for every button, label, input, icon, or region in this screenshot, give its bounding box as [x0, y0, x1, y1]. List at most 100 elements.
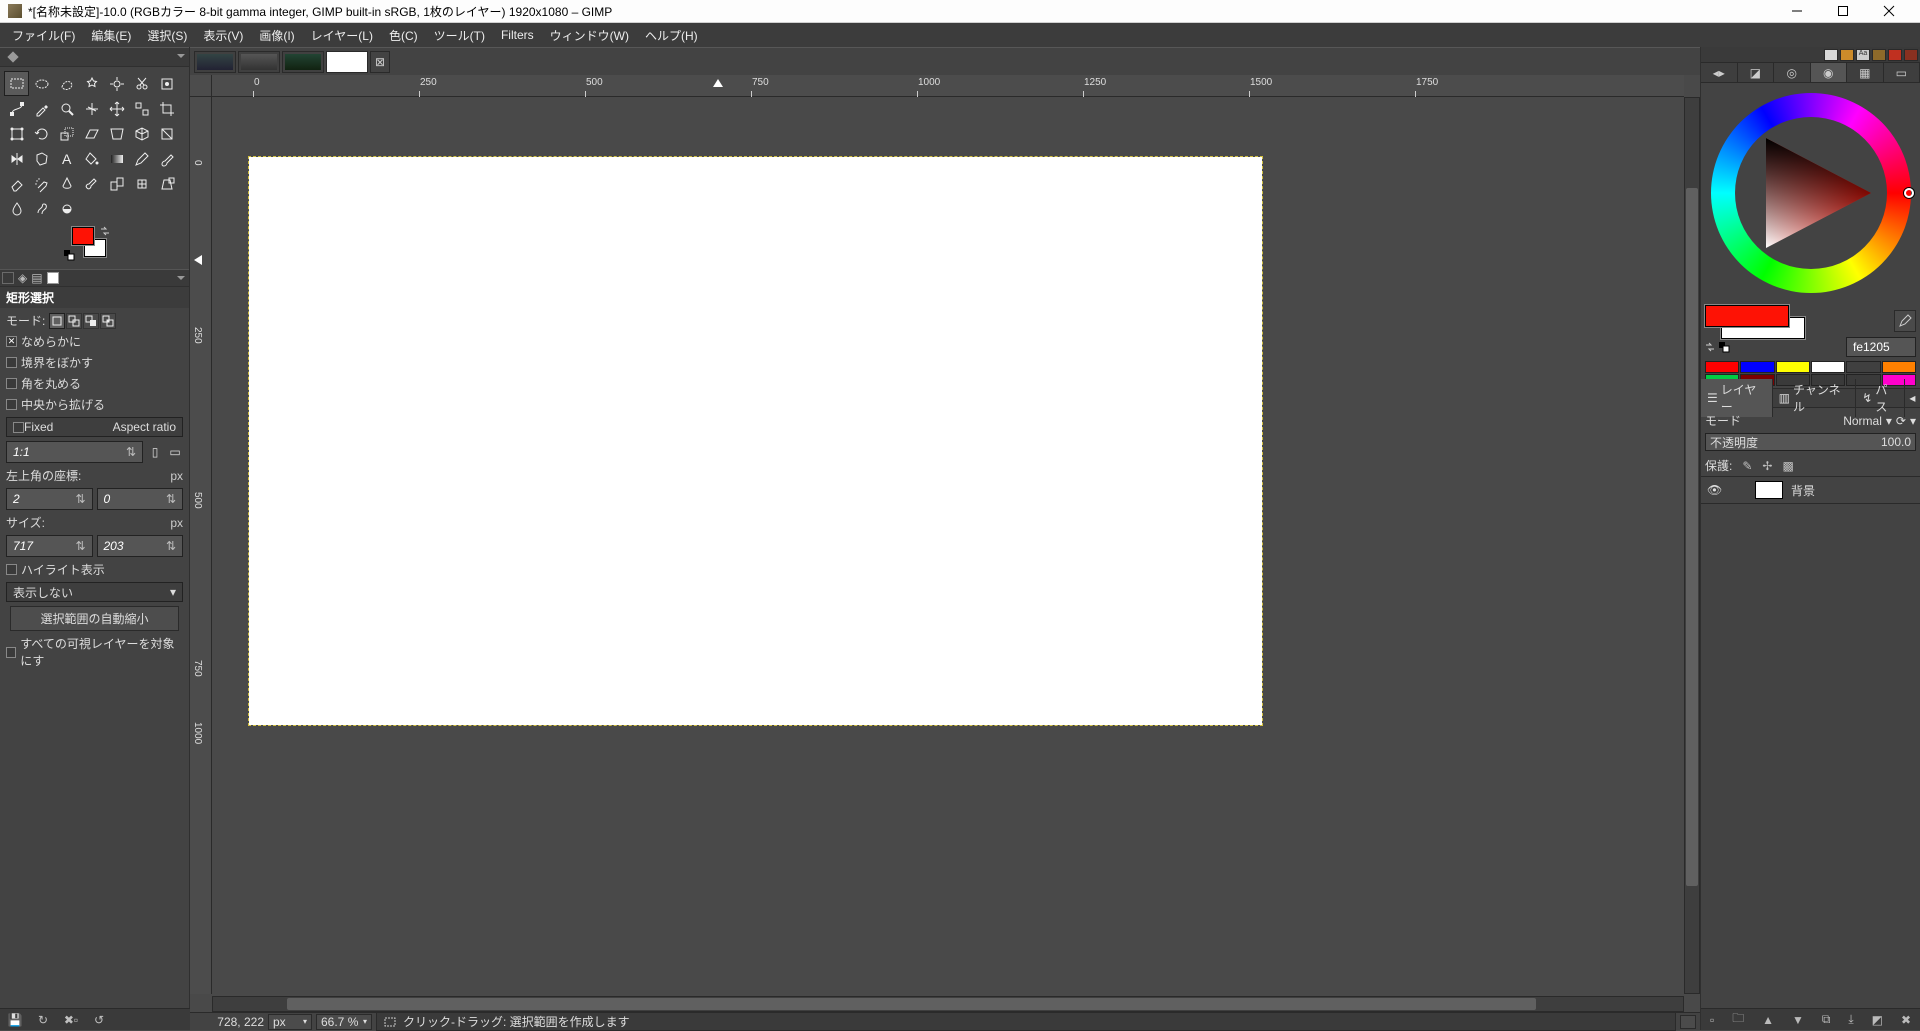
- menu-colors[interactable]: 色(C): [381, 24, 426, 47]
- blend-mode-value[interactable]: Normal: [1843, 414, 1882, 428]
- cage-tool[interactable]: [29, 146, 54, 171]
- canvas-viewport[interactable]: [212, 97, 1684, 994]
- palette-swatch[interactable]: [1776, 361, 1810, 373]
- rtab-4[interactable]: [1872, 49, 1886, 61]
- perspective-tool[interactable]: [104, 121, 129, 146]
- fuzzy-select-tool[interactable]: [79, 71, 104, 96]
- chevron-down-icon[interactable]: ▾: [1886, 414, 1892, 428]
- dock-config-icon[interactable]: ◂: [1905, 391, 1920, 405]
- image-tab-4-active[interactable]: [326, 51, 368, 73]
- scrollbar-horizontal[interactable]: [212, 996, 1684, 1012]
- reset-options-icon[interactable]: ↺: [92, 1013, 106, 1027]
- sliders-icon[interactable]: ◂▸: [1701, 63, 1738, 82]
- color-picker-tool[interactable]: [29, 96, 54, 121]
- text-tool[interactable]: A: [54, 146, 79, 171]
- rtab-5[interactable]: [1888, 49, 1902, 61]
- autoshrink-button[interactable]: 選択範囲の自動縮小: [10, 606, 179, 631]
- wheel-icon[interactable]: ◉: [1811, 63, 1848, 82]
- transform-3d-tool[interactable]: [129, 121, 154, 146]
- unit-select[interactable]: px▾: [268, 1014, 312, 1030]
- foreground-select-tool[interactable]: [154, 71, 179, 96]
- palette-swatch[interactable]: [1705, 361, 1739, 373]
- tool-options-header[interactable]: ◈ ▤: [0, 269, 189, 287]
- image-tab-1[interactable]: [194, 51, 236, 73]
- ruler-corner[interactable]: [190, 75, 212, 97]
- feather-checkbox[interactable]: [6, 357, 17, 368]
- measure-tool[interactable]: [79, 96, 104, 121]
- pencil-tool[interactable]: [129, 146, 154, 171]
- chevron-down-icon[interactable]: ▾: [1910, 414, 1916, 428]
- bucket-fill-tool[interactable]: [79, 146, 104, 171]
- maximize-button[interactable]: [1820, 0, 1866, 23]
- palette-icon[interactable]: ▦: [1847, 63, 1884, 82]
- by-color-select-tool[interactable]: [104, 71, 129, 96]
- expand-checkbox[interactable]: [6, 399, 17, 410]
- rect-select-tool[interactable]: [4, 71, 29, 96]
- hue-marker-icon[interactable]: [1904, 188, 1914, 198]
- lock-position-icon[interactable]: ✢: [1762, 459, 1772, 473]
- eraser-tool[interactable]: [4, 171, 29, 196]
- mode-add-icon[interactable]: [66, 313, 82, 329]
- hex-input[interactable]: fe1205: [1846, 337, 1916, 357]
- layer-list[interactable]: 👁 背景: [1701, 476, 1920, 1008]
- palette-swatch[interactable]: [1740, 361, 1774, 373]
- swap-icon[interactable]: [1705, 342, 1715, 352]
- scrollbar-vertical[interactable]: [1684, 97, 1700, 994]
- fg-swatch-large[interactable]: [1705, 305, 1789, 327]
- zoom-tool[interactable]: [54, 96, 79, 121]
- color-swatch-pair[interactable]: [1705, 305, 1805, 337]
- scrollbar-v-thumb[interactable]: [1686, 188, 1698, 886]
- fixed-checkbox[interactable]: [13, 422, 24, 433]
- paths-tool[interactable]: [4, 96, 29, 121]
- opacity-slider[interactable]: 不透明度 100.0: [1705, 433, 1916, 451]
- duplicate-layer-icon[interactable]: ⧉: [1822, 1012, 1831, 1027]
- noshow-select[interactable]: 表示しない▾: [6, 582, 183, 602]
- square-select-icon[interactable]: ◪: [1738, 63, 1775, 82]
- pos-y-input[interactable]: 0⇅: [97, 488, 184, 510]
- minimize-button[interactable]: [1774, 0, 1820, 23]
- ratio-input[interactable]: 1:1⇅: [6, 441, 143, 463]
- menu-image[interactable]: 画像(I): [251, 24, 302, 47]
- new-layer-icon[interactable]: ▫: [1710, 1013, 1714, 1027]
- layer-item[interactable]: 👁 背景: [1701, 477, 1920, 504]
- nav-preview-icon[interactable]: [1680, 1015, 1696, 1029]
- ink-tool[interactable]: [54, 171, 79, 196]
- default-colors-icon[interactable]: [64, 249, 74, 259]
- clone-tool[interactable]: [104, 171, 129, 196]
- palette-swatch[interactable]: [1846, 361, 1880, 373]
- scale-tool[interactable]: [54, 121, 79, 146]
- perspective-clone-tool[interactable]: [154, 171, 179, 196]
- highlight-checkbox[interactable]: [6, 564, 17, 575]
- rtab-2[interactable]: [1840, 49, 1854, 61]
- unified-transform-tool[interactable]: [4, 121, 29, 146]
- delete-options-icon[interactable]: ✖▫: [64, 1013, 78, 1027]
- handle-transform-tool[interactable]: [154, 121, 179, 146]
- move-tool[interactable]: [104, 96, 129, 121]
- dock-menu-icon[interactable]: [177, 54, 185, 58]
- palette-swatch[interactable]: [1882, 361, 1916, 373]
- lock-pixels-icon[interactable]: ✎: [1742, 459, 1752, 473]
- menu-file[interactable]: ファイル(F): [4, 24, 83, 47]
- mode-intersect-icon[interactable]: [100, 313, 116, 329]
- menu-select[interactable]: 選択(S): [139, 24, 195, 47]
- landscape-icon[interactable]: ▭: [167, 445, 183, 459]
- default-icon[interactable]: [1719, 342, 1729, 352]
- opt-tab-white-icon[interactable]: [47, 272, 59, 284]
- opt-tab-rect-icon[interactable]: [2, 272, 14, 284]
- menu-tools[interactable]: ツール(T): [426, 24, 493, 47]
- heal-tool[interactable]: [129, 171, 154, 196]
- new-group-icon[interactable]: 🗀: [1732, 1009, 1744, 1030]
- smudge-tool[interactable]: [29, 196, 54, 221]
- fg-color-swatch[interactable]: [72, 227, 94, 245]
- ruler-vertical[interactable]: 02505007501000: [190, 97, 212, 994]
- size-w-input[interactable]: 717⇅: [6, 535, 93, 557]
- save-options-icon[interactable]: 💾: [8, 1013, 22, 1027]
- close-tab-icon[interactable]: ⊠: [370, 51, 390, 73]
- scrollbar-h-thumb[interactable]: [287, 998, 1537, 1010]
- mask-icon[interactable]: ◩: [1872, 1013, 1883, 1027]
- mode-replace-icon[interactable]: [49, 313, 65, 329]
- swap-colors-icon[interactable]: [100, 225, 110, 235]
- airbrush-tool[interactable]: [29, 171, 54, 196]
- menu-view[interactable]: 表示(V): [195, 24, 251, 47]
- lower-layer-icon[interactable]: ▼: [1792, 1013, 1804, 1027]
